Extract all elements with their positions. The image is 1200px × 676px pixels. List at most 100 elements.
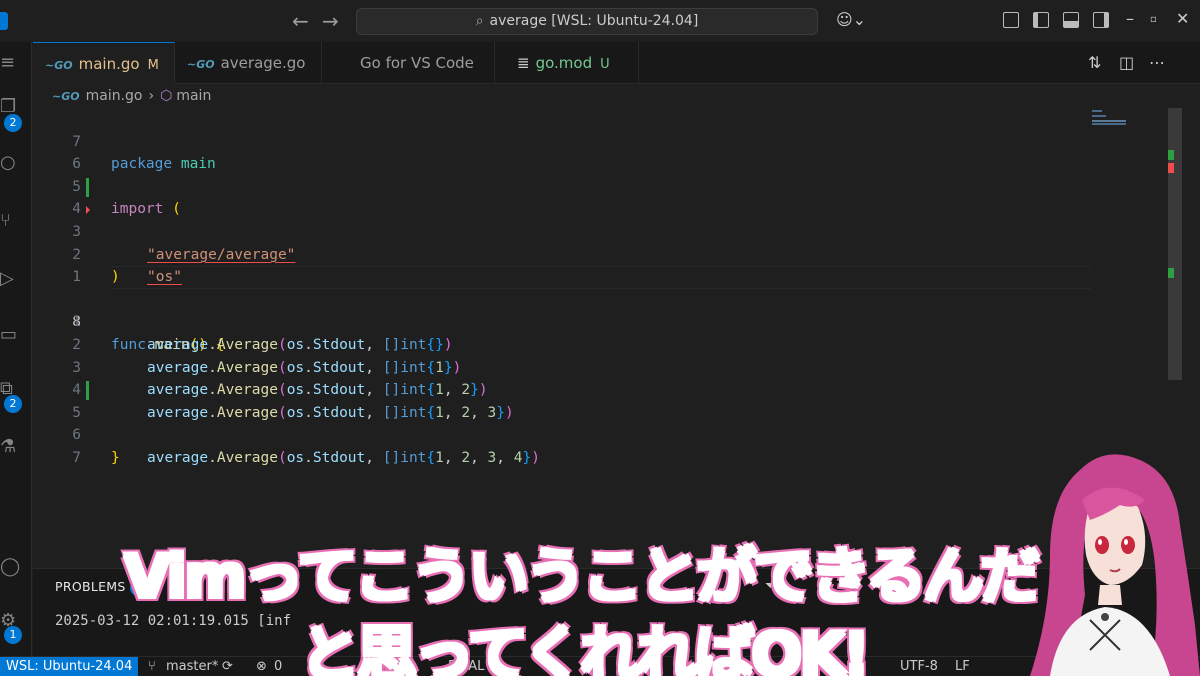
code-line: 2 average.Average(os.Stdout, []int{1}) — [33, 311, 1093, 376]
overview-ruler-deleted — [1168, 163, 1174, 173]
forward-arrow-icon[interactable]: → — [322, 9, 339, 33]
function-name: Average — [216, 449, 278, 466]
type: []int — [382, 449, 427, 466]
go-file-icon: ~GO — [52, 90, 80, 103]
tab-label: main.go — [78, 55, 140, 73]
run-debug-icon[interactable]: ▷ — [0, 268, 24, 292]
extensions-badge: 2 — [4, 395, 22, 413]
code-editor[interactable]: 7 package main 6 5 import ( 4 "average/a… — [33, 108, 1168, 568]
tab-go-mod[interactable]: ≣ go.mod U — [495, 42, 639, 84]
number: 1 — [435, 449, 444, 466]
vtuber-avatar — [1030, 454, 1200, 676]
go-file-icon: ~GO — [187, 58, 215, 71]
search-text: average [WSL: Ubuntu-24.04] — [489, 13, 699, 29]
minimap-line — [1092, 120, 1126, 122]
number: 3 — [487, 449, 497, 466]
overview-ruler-added — [1168, 150, 1174, 160]
tab-label: average.go — [220, 54, 306, 72]
current-code-line: 8 func main() { — [33, 266, 1093, 353]
more-actions-icon[interactable]: ⋯ — [1149, 53, 1165, 72]
minimap[interactable] — [1092, 110, 1128, 130]
back-arrow-icon[interactable]: ← — [292, 9, 309, 33]
branch-icon: ⑂ — [148, 659, 156, 674]
overview-ruler-added — [1168, 268, 1174, 278]
identifier: os — [286, 449, 305, 466]
account-icon[interactable]: ◯ — [0, 556, 24, 580]
code-line: 1 — [33, 244, 1093, 285]
breadcrumb: ~GO main.go › ⬡ main — [52, 88, 211, 104]
go-file-icon: ~GO — [45, 59, 73, 72]
tab-label: go.mod — [535, 54, 593, 72]
code-line: 7 — [33, 424, 1093, 466]
added-line-marker — [86, 381, 89, 401]
code-line: 4 "average/average" — [33, 176, 1093, 263]
testing-icon[interactable]: ⚗ — [0, 436, 24, 460]
deleted-line-marker — [86, 206, 90, 215]
identifier: average — [147, 449, 209, 466]
editor-tab-bar: ~GO main.go M ~GO average.go Go for VS Code… — [33, 42, 1200, 84]
line-number: 7 — [72, 449, 81, 466]
code-line: 2 ) — [33, 221, 1093, 286]
code-line: 5 average.Average(os.Stdout, []int{1, 2,… — [33, 379, 1093, 466]
code-line: 1 average.Average(os.Stdout, []int{}) — [33, 289, 1093, 353]
settings-badge: 1 — [4, 626, 22, 644]
branch-name[interactable]: master* — [166, 657, 218, 676]
current-line-highlight — [111, 266, 1091, 289]
chevron-right-icon: › — [148, 88, 155, 104]
code-line: 5 import ( — [33, 153, 1093, 218]
menu-icon[interactable]: ≡ — [0, 52, 24, 76]
toggle-panel-icon[interactable] — [1063, 12, 1079, 28]
tab-go-for-vscode[interactable]: Go for VS Code — [322, 42, 495, 84]
command-center-search[interactable]: ⌕ average [WSL: Ubuntu-24.04] — [356, 8, 818, 35]
copilot-icon[interactable]: ☺⌄ — [836, 10, 866, 29]
code-line: 3 "os" — [33, 198, 1093, 285]
minimap-line — [1092, 115, 1106, 117]
package-symbol-icon: ⬡ — [160, 88, 173, 104]
untracked-indicator: U — [600, 57, 610, 72]
code-line: 6 — [33, 131, 1093, 172]
minimap-line — [1092, 123, 1126, 125]
encoding[interactable]: UTF-8 — [900, 657, 938, 676]
caption-line-2: と思ってくれればOK! — [298, 619, 871, 676]
breadcrumb-file[interactable]: main.go — [86, 88, 143, 104]
code-line: 3 average.Average(os.Stdout, []int{1, 2}… — [33, 334, 1093, 399]
activity-bar: ≡ ❐ 2 ○ ⑂ ▷ ▭ ⧉ 2 ⚗ ◯ ⚙ 1 — [0, 42, 32, 656]
title-bar: ← → ⌕ average [WSL: Ubuntu-24.04] ☺⌄ – ▫ … — [0, 0, 1200, 42]
breadcrumb-symbol[interactable]: main — [176, 88, 211, 104]
remote-explorer-icon[interactable]: ▭ — [0, 324, 24, 348]
minimize-icon[interactable]: – — [1126, 9, 1134, 28]
customize-layout-icon[interactable] — [1003, 12, 1019, 28]
file-lines-icon: ≣ — [517, 54, 530, 72]
vertical-scrollbar[interactable] — [1168, 108, 1182, 380]
sync-icon[interactable]: ⟳ — [222, 657, 233, 676]
code-line: 7 package main — [33, 108, 1093, 173]
brace: } — [111, 449, 120, 466]
code-line: 6 } — [33, 402, 1093, 466]
error-count[interactable]: 0 — [274, 657, 282, 676]
remote-indicator[interactable]: WSL: Ubuntu-24.04 — [0, 657, 138, 676]
tab-label: Go for VS Code — [360, 54, 474, 72]
close-icon[interactable]: ✕ — [1176, 9, 1189, 28]
toggle-secondary-sidebar-icon[interactable] — [1093, 12, 1109, 28]
search-view-icon[interactable]: ○ — [0, 152, 24, 176]
vscode-logo-icon — [0, 12, 8, 30]
minimap-line — [1092, 110, 1102, 112]
split-editor-icon[interactable]: ◫ — [1119, 53, 1134, 72]
toggle-primary-sidebar-icon[interactable] — [1033, 12, 1049, 28]
line-ending[interactable]: LF — [955, 657, 970, 676]
added-line-marker — [86, 177, 89, 197]
explorer-badge: 2 — [4, 114, 22, 132]
open-changes-icon[interactable]: ⇅ — [1088, 53, 1101, 72]
error-icon: ⊗ — [256, 659, 267, 674]
problems-label: PROBLEMS — [55, 579, 126, 594]
tab-main-go[interactable]: ~GO main.go M — [33, 42, 175, 84]
restore-icon[interactable]: ▫ — [1150, 14, 1157, 25]
source-control-icon[interactable]: ⑂ — [0, 210, 24, 234]
output-log-line: 2025-03-12 02:01:19.015 [inf — [55, 613, 292, 629]
caption-line-1: Vimってこういうことができるんだ — [122, 541, 1041, 614]
modified-indicator: M — [147, 58, 159, 73]
code-line: 4 average.Average(os.Stdout, []int{1, 2,… — [33, 357, 1093, 421]
identifier: Stdout — [312, 449, 366, 466]
search-icon: ⌕ — [475, 13, 484, 29]
tab-average-go[interactable]: ~GO average.go — [175, 42, 322, 84]
